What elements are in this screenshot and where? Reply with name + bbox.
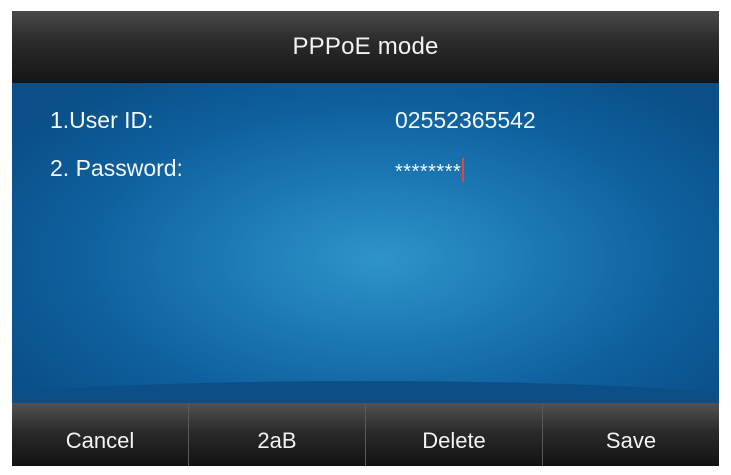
password-field[interactable]: ******** — [395, 158, 465, 184]
cancel-button-label: Cancel — [65, 427, 135, 453]
password-row[interactable]: 2. Password: ******** — [12, 149, 719, 189]
input-mode-button[interactable]: 2aB — [189, 403, 366, 466]
softkey-bar: Cancel 2aB Delete Save — [12, 403, 719, 466]
page-title: PPPoE mode — [292, 33, 439, 60]
settings-form: 1.User ID: 02552365542 2. Password: ****… — [12, 83, 719, 403]
delete-button-label: Delete — [422, 427, 486, 453]
delete-button[interactable]: Delete — [366, 403, 543, 466]
title-bar: PPPoE mode — [12, 11, 719, 83]
password-label: 2. Password: — [50, 155, 183, 181]
user-id-field[interactable]: 02552365542 — [395, 107, 536, 134]
save-button[interactable]: Save — [543, 403, 719, 466]
save-button-label: Save — [605, 427, 657, 453]
password-value: ******** — [395, 161, 462, 183]
user-id-label: 1.User ID: — [50, 107, 154, 133]
phone-screen: PPPoE mode 1.User ID: 02552365542 2. Pas… — [12, 11, 719, 466]
input-mode-button-label: 2aB — [257, 427, 297, 453]
cancel-button[interactable]: Cancel — [12, 403, 189, 466]
text-cursor — [462, 158, 465, 182]
user-id-row[interactable]: 1.User ID: 02552365542 — [12, 101, 719, 141]
